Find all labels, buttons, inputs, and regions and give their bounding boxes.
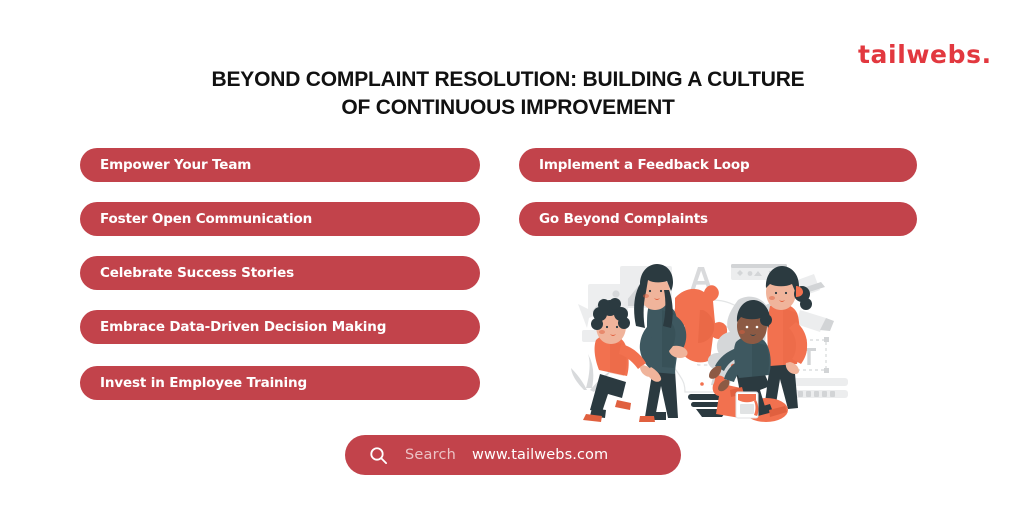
page-title: BEYOND COMPLAINT RESOLUTION: BUILDING A … xyxy=(158,66,858,122)
team-assembling-lightbulb-puzzle-illustration: .bgl { fill:#ECEDEE; } .bgm { fill:#E2E4… xyxy=(570,248,855,423)
pill-label: Embrace Data-Driven Decision Making xyxy=(100,319,387,335)
pill-invest-in-employee-training[interactable]: Invest in Employee Training xyxy=(80,366,480,400)
pill-label: Invest in Employee Training xyxy=(100,375,307,391)
pill-label: Empower Your Team xyxy=(100,157,252,173)
search-bar[interactable]: Search www.tailwebs.com xyxy=(345,435,681,475)
search-placeholder-label: Search xyxy=(405,447,457,463)
search-url-text: www.tailwebs.com xyxy=(472,447,609,463)
pill-foster-open-communication[interactable]: Foster Open Communication xyxy=(80,202,480,236)
pill-embrace-data-driven-decision-making[interactable]: Embrace Data-Driven Decision Making xyxy=(80,310,480,344)
pill-empower-your-team[interactable]: Empower Your Team xyxy=(80,148,480,182)
pill-celebrate-success-stories[interactable]: Celebrate Success Stories xyxy=(80,256,480,290)
page-title-line-1: BEYOND COMPLAINT RESOLUTION: BUILDING A … xyxy=(211,68,805,92)
pill-label: Implement a Feedback Loop xyxy=(539,157,750,173)
pill-label: Foster Open Communication xyxy=(100,211,313,227)
pill-implement-a-feedback-loop[interactable]: Implement a Feedback Loop xyxy=(519,148,917,182)
pill-go-beyond-complaints[interactable]: Go Beyond Complaints xyxy=(519,202,917,236)
page-title-line-2: OF CONTINUOUS IMPROVEMENT xyxy=(341,96,675,120)
pill-label: Go Beyond Complaints xyxy=(539,211,708,227)
pill-label: Celebrate Success Stories xyxy=(100,265,295,281)
search-icon xyxy=(370,446,388,464)
brand-logo: tailwebs. xyxy=(858,40,992,69)
